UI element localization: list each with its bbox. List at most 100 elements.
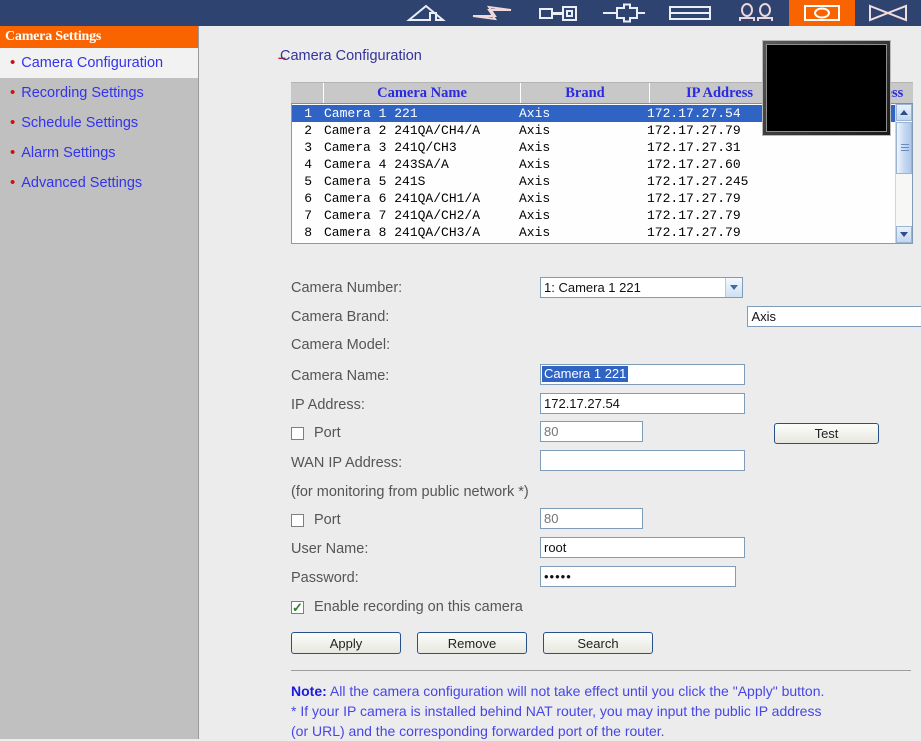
camera-name-input[interactable] bbox=[540, 364, 745, 385]
cell-index: 5 bbox=[304, 174, 312, 189]
note-line-1: All the camera configuration will not ta… bbox=[326, 683, 825, 699]
toolbar-button-messages[interactable] bbox=[855, 0, 921, 26]
chevron-up-icon bbox=[900, 110, 908, 115]
cell-ip-address: 172.17.27.79 bbox=[647, 208, 741, 223]
table-row[interactable]: 8 Camera 8 241QA/CH3/A Axis 172.17.27.79 bbox=[292, 224, 895, 241]
enable-recording-checkbox[interactable]: ✓ bbox=[291, 600, 304, 614]
port-lan-checkbox[interactable] bbox=[291, 426, 304, 440]
sidebar: Camera Settings • Camera Configuration •… bbox=[0, 26, 199, 739]
cell-wan-ip-address bbox=[787, 156, 887, 173]
table-row[interactable]: 4 Camera 4 243SA/A Axis 172.17.27.60 bbox=[292, 156, 895, 173]
table-row[interactable]: 6 Camera 6 241QA/CH1/A Axis 172.17.27.79 bbox=[292, 190, 895, 207]
toolbar-button-device[interactable] bbox=[591, 0, 657, 26]
column-header-brand[interactable]: Brand bbox=[521, 83, 650, 103]
cell-camera-name: Camera 8 241QA/CH3/A bbox=[324, 225, 481, 240]
table-vertical-scrollbar[interactable] bbox=[895, 104, 912, 243]
sidebar-item-schedule-settings[interactable]: • Schedule Settings bbox=[0, 108, 198, 138]
bullet-icon: • bbox=[10, 174, 16, 191]
label-camera-name: Camera Name: bbox=[291, 368, 390, 384]
label-port-wan: Port bbox=[314, 512, 341, 528]
cell-camera-name: Camera 4 243SA/A bbox=[324, 157, 449, 172]
cell-index: 4 bbox=[304, 157, 312, 172]
camera-icon bbox=[799, 3, 845, 23]
chevron-down-icon bbox=[900, 232, 908, 237]
ip-address-input[interactable] bbox=[540, 393, 745, 414]
cell-index: 8 bbox=[304, 225, 312, 240]
wan-ip-address-input[interactable] bbox=[540, 450, 745, 471]
camera-name-input-wrap[interactable]: Camera 1 221 bbox=[540, 364, 745, 385]
camera-number-select-wrap[interactable]: 1: Camera 1 221 bbox=[540, 277, 743, 298]
field-camera-name: Camera Name: bbox=[291, 366, 389, 386]
page-title: Camera Configuration bbox=[280, 48, 422, 64]
cell-camera-name: Camera 5 241S bbox=[324, 174, 426, 189]
table-row[interactable]: 7 Camera 7 241QA/CH2/A Axis 172.17.27.79 bbox=[292, 207, 895, 224]
cell-brand: Axis bbox=[519, 174, 551, 189]
table-row[interactable]: 3 Camera 3 241Q/CH3 Axis 172.17.27.31 bbox=[292, 139, 895, 156]
sidebar-item-recording-settings[interactable]: • Recording Settings bbox=[0, 78, 198, 108]
cell-brand: Axis bbox=[519, 140, 551, 155]
sidebar-item-camera-configuration[interactable]: • Camera Configuration bbox=[0, 48, 198, 78]
note-line-2: * If your IP camera is installed behind … bbox=[291, 703, 822, 719]
cell-ip-address: 172.17.27.79 bbox=[647, 191, 741, 206]
cell-brand: Axis bbox=[519, 225, 551, 240]
note-line-3: (or URL) and the corresponding forwarded… bbox=[291, 723, 665, 739]
cell-index: 7 bbox=[304, 208, 312, 223]
table-row[interactable]: 5 Camera 5 241S Axis 172.17.27.245 bbox=[292, 173, 895, 190]
label-wan-note: (for monitoring from public network *) bbox=[291, 484, 529, 500]
label-ip-address: IP Address: bbox=[291, 397, 365, 413]
remove-button[interactable]: Remove bbox=[417, 632, 527, 654]
sidebar-item-label: Camera Configuration bbox=[21, 55, 164, 71]
toolbar-button-card[interactable] bbox=[657, 0, 723, 26]
bullet-icon: • bbox=[10, 144, 16, 161]
field-port-wan: Port bbox=[291, 510, 341, 530]
camera-brand-select-wrap[interactable]: Axis bbox=[747, 306, 921, 327]
plug-icon bbox=[601, 3, 647, 23]
cell-index: 1 bbox=[304, 106, 312, 121]
scroll-up-button[interactable] bbox=[896, 104, 912, 121]
user-name-input[interactable] bbox=[540, 537, 745, 558]
field-camera-brand: Camera Brand: bbox=[291, 307, 389, 327]
field-password: Password: bbox=[291, 568, 359, 588]
cell-brand: Axis bbox=[519, 123, 551, 138]
camera-preview bbox=[762, 40, 891, 136]
action-button-row: Apply Remove Search bbox=[291, 632, 653, 654]
column-header-camera-name[interactable]: Camera Name bbox=[324, 83, 521, 103]
wan-note: (for monitoring from public network *) bbox=[291, 482, 529, 502]
cell-wan-ip-address bbox=[787, 173, 887, 190]
test-button[interactable]: Test bbox=[774, 423, 879, 444]
bullet-icon: • bbox=[10, 114, 16, 131]
label-port-lan: Port bbox=[314, 425, 341, 441]
column-header-index[interactable] bbox=[291, 83, 324, 103]
sidebar-item-label: Recording Settings bbox=[21, 85, 144, 101]
toolbar-button-home[interactable] bbox=[393, 0, 459, 26]
mail-icon bbox=[865, 3, 911, 23]
scrollbar-thumb[interactable] bbox=[896, 122, 912, 174]
toolbar-button-users[interactable] bbox=[723, 0, 789, 26]
search-button[interactable]: Search bbox=[543, 632, 653, 654]
apply-button[interactable]: Apply bbox=[291, 632, 401, 654]
field-wan-ip-address: WAN IP Address: bbox=[291, 453, 402, 473]
label-wan-ip-address: WAN IP Address: bbox=[291, 455, 403, 471]
cell-brand: Axis bbox=[519, 191, 551, 206]
field-user-name: User Name: bbox=[291, 539, 368, 559]
cell-index: 6 bbox=[304, 191, 312, 206]
scroll-down-button[interactable] bbox=[896, 226, 912, 243]
password-input[interactable] bbox=[540, 566, 736, 587]
cell-ip-address: 172.17.27.79 bbox=[647, 225, 741, 240]
toolbar-button-live-event[interactable] bbox=[459, 0, 525, 26]
port-lan-input[interactable] bbox=[540, 421, 643, 442]
cell-index: 2 bbox=[304, 123, 312, 138]
toolbar-button-camera-settings[interactable] bbox=[789, 0, 855, 26]
cell-wan-ip-address bbox=[787, 139, 887, 156]
camera-number-select[interactable]: 1: Camera 1 221 bbox=[540, 277, 743, 298]
toolbar-button-access-control[interactable] bbox=[525, 0, 591, 26]
port-wan-checkbox[interactable] bbox=[291, 513, 304, 527]
camera-brand-select[interactable]: Axis bbox=[747, 306, 921, 327]
cell-index: 3 bbox=[304, 140, 312, 155]
field-camera-model: Camera Model: bbox=[291, 335, 390, 355]
bullet-icon: • bbox=[10, 54, 16, 71]
sidebar-item-alarm-settings[interactable]: • Alarm Settings bbox=[0, 138, 198, 168]
port-wan-input[interactable] bbox=[540, 508, 643, 529]
note-text: Note: All the camera configuration will … bbox=[291, 681, 916, 741]
sidebar-item-advanced-settings[interactable]: • Advanced Settings bbox=[0, 168, 198, 198]
